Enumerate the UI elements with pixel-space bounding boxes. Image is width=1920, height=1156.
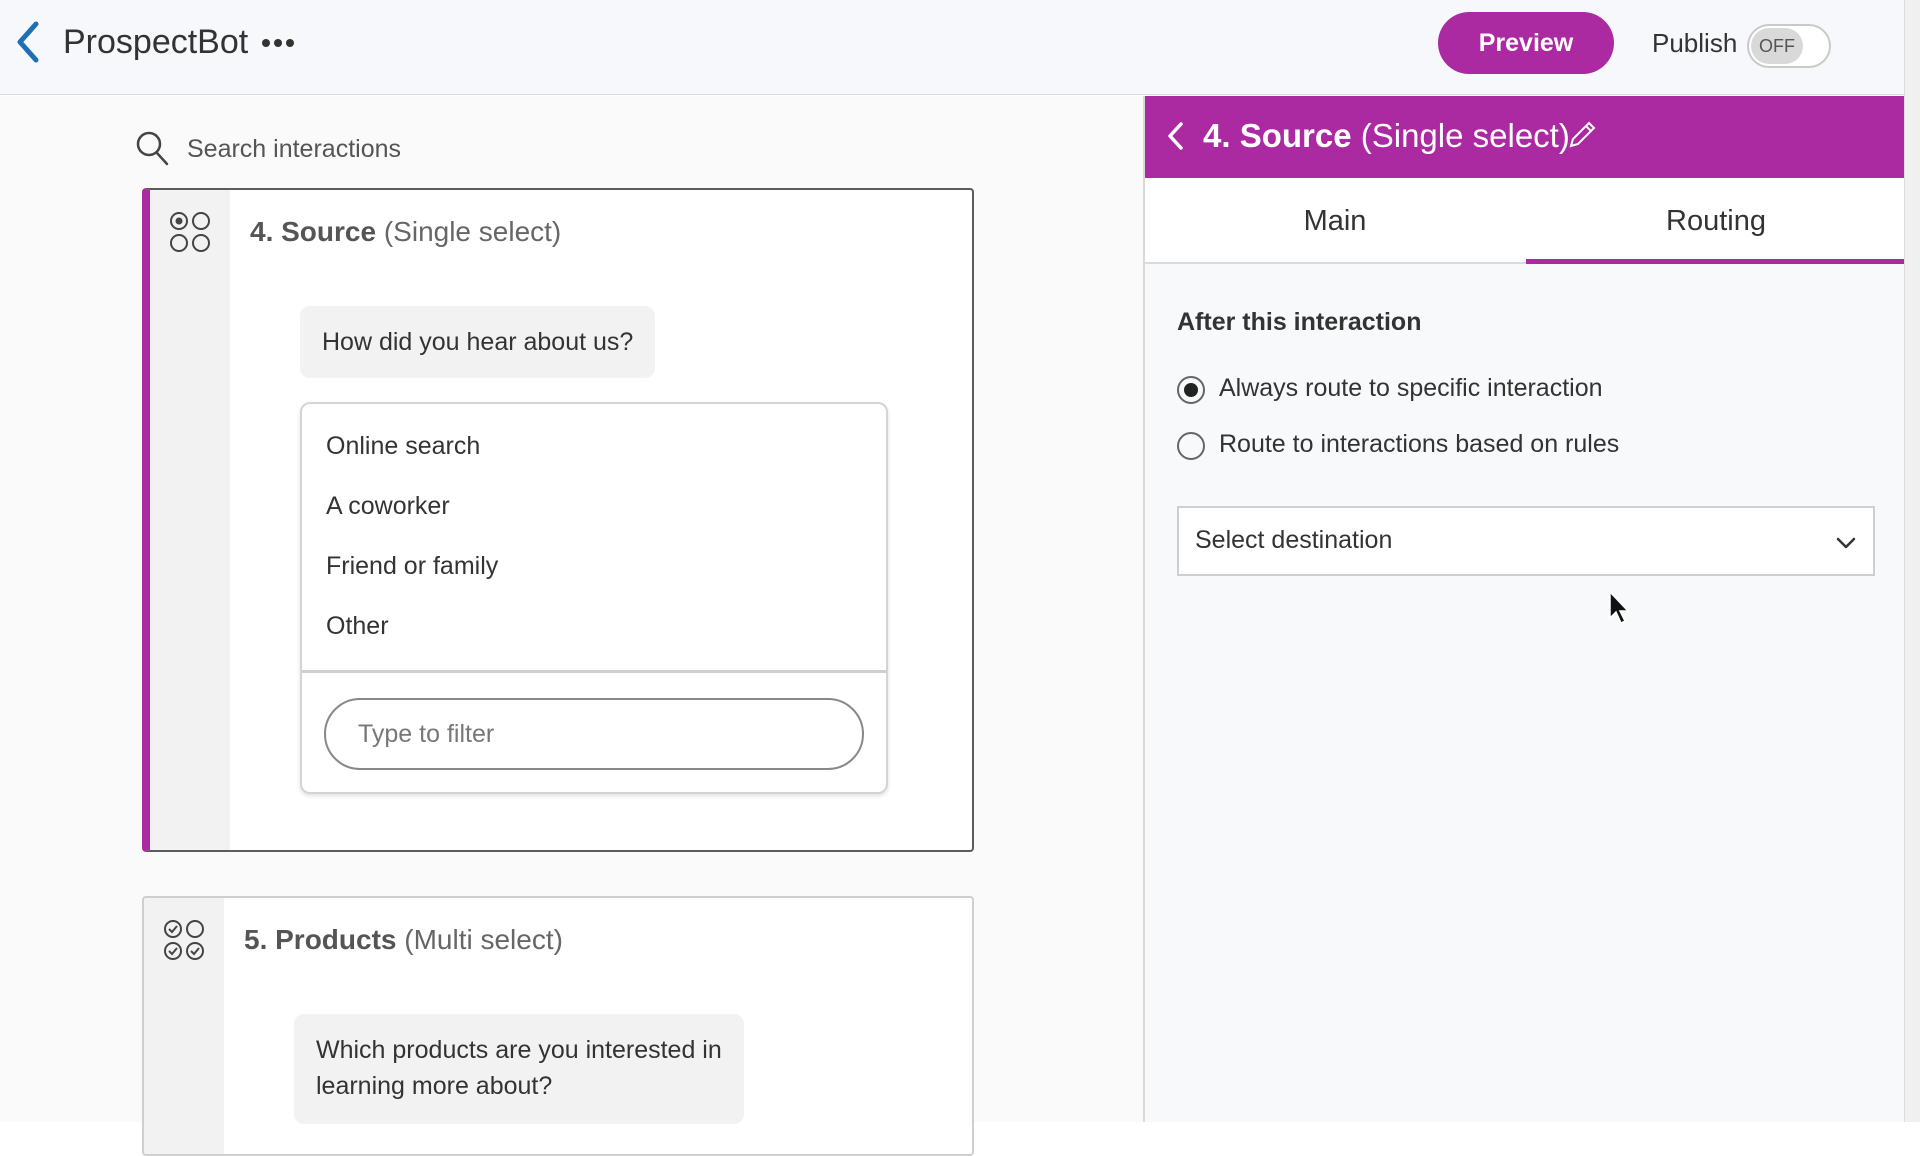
options-list: Online search A coworker Friend or famil… <box>300 402 888 794</box>
radio-always-route[interactable]: Always route to specific interaction <box>1177 374 1677 406</box>
radio-label: Route to interactions based on rules <box>1219 430 1620 458</box>
interaction-settings-panel: 4. Source (Single select) Main Routing A… <box>1143 96 1906 1122</box>
interactions-canvas: 4. Source (Single select) How did you he… <box>0 96 1143 1156</box>
mouse-cursor-icon <box>1609 590 1630 625</box>
question-line: learning more about? <box>316 1072 553 1100</box>
panel-title: 4. Source (Single select) <box>1203 117 1570 155</box>
back-arrow-icon[interactable] <box>14 20 44 64</box>
card-gutter <box>150 190 230 850</box>
card-title-kind: (Multi select) <box>404 924 563 955</box>
publish-toggle-state: OFF <box>1751 28 1803 64</box>
panel-tabs: Main Routing <box>1145 178 1906 264</box>
option-item[interactable]: A coworker <box>326 492 450 521</box>
option-item[interactable]: Other <box>326 612 389 641</box>
app-title: ProspectBot <box>63 23 249 61</box>
tab-main[interactable]: Main <box>1145 178 1525 264</box>
card-title: 5. Products (Multi select) <box>244 924 563 956</box>
search-row <box>135 128 835 170</box>
options-divider <box>302 670 886 673</box>
single-select-icon <box>170 212 210 252</box>
radio-route-rules[interactable]: Route to interactions based on rules <box>1177 430 1677 462</box>
panel-title-kind: (Single select) <box>1360 117 1570 154</box>
search-input[interactable] <box>185 128 789 170</box>
radio-button-checked[interactable] <box>1177 376 1205 404</box>
chevron-left-icon[interactable] <box>1165 118 1187 154</box>
question-bubble: Which products are you interested in lea… <box>294 1014 744 1124</box>
option-item[interactable]: Online search <box>326 432 480 461</box>
destination-placeholder: Select destination <box>1195 526 1393 554</box>
interaction-card-source[interactable]: 4. Source (Single select) How did you he… <box>142 188 974 852</box>
interaction-card-products[interactable]: 5. Products (Multi select) Which product… <box>142 896 974 1156</box>
panel-title-name: 4. Source <box>1203 117 1352 154</box>
card-title-name: 5. Products <box>244 924 397 955</box>
window-scrollbar[interactable] <box>1904 0 1920 1122</box>
filter-input[interactable] <box>324 698 864 770</box>
radio-label: Always route to specific interaction <box>1219 374 1603 402</box>
panel-header: 4. Source (Single select) <box>1145 96 1906 178</box>
publish-toggle[interactable]: OFF <box>1747 24 1831 68</box>
search-icon <box>136 131 169 166</box>
top-bar: ProspectBot Preview Publish OFF <box>0 0 1920 95</box>
section-label: After this interaction <box>1177 308 1422 336</box>
option-item[interactable]: Friend or family <box>326 552 498 581</box>
question-line: Which products are you interested in <box>316 1036 722 1064</box>
preview-button[interactable]: Preview <box>1438 12 1614 74</box>
multi-select-icon <box>164 920 204 960</box>
card-gutter <box>144 898 224 1154</box>
radio-button[interactable] <box>1177 432 1205 460</box>
tab-routing[interactable]: Routing <box>1526 178 1906 264</box>
destination-select[interactable]: Select destination <box>1177 506 1875 576</box>
card-title-kind: (Single select) <box>383 216 562 247</box>
chevron-down-icon <box>1836 537 1856 549</box>
publish-label: Publish <box>1652 28 1738 58</box>
card-title-name: 4. Source <box>250 216 377 247</box>
pencil-icon[interactable] <box>1565 118 1599 152</box>
card-title: 4. Source (Single select) <box>250 216 561 248</box>
more-options-icon[interactable] <box>258 28 298 58</box>
question-bubble: How did you hear about us? <box>300 306 656 378</box>
